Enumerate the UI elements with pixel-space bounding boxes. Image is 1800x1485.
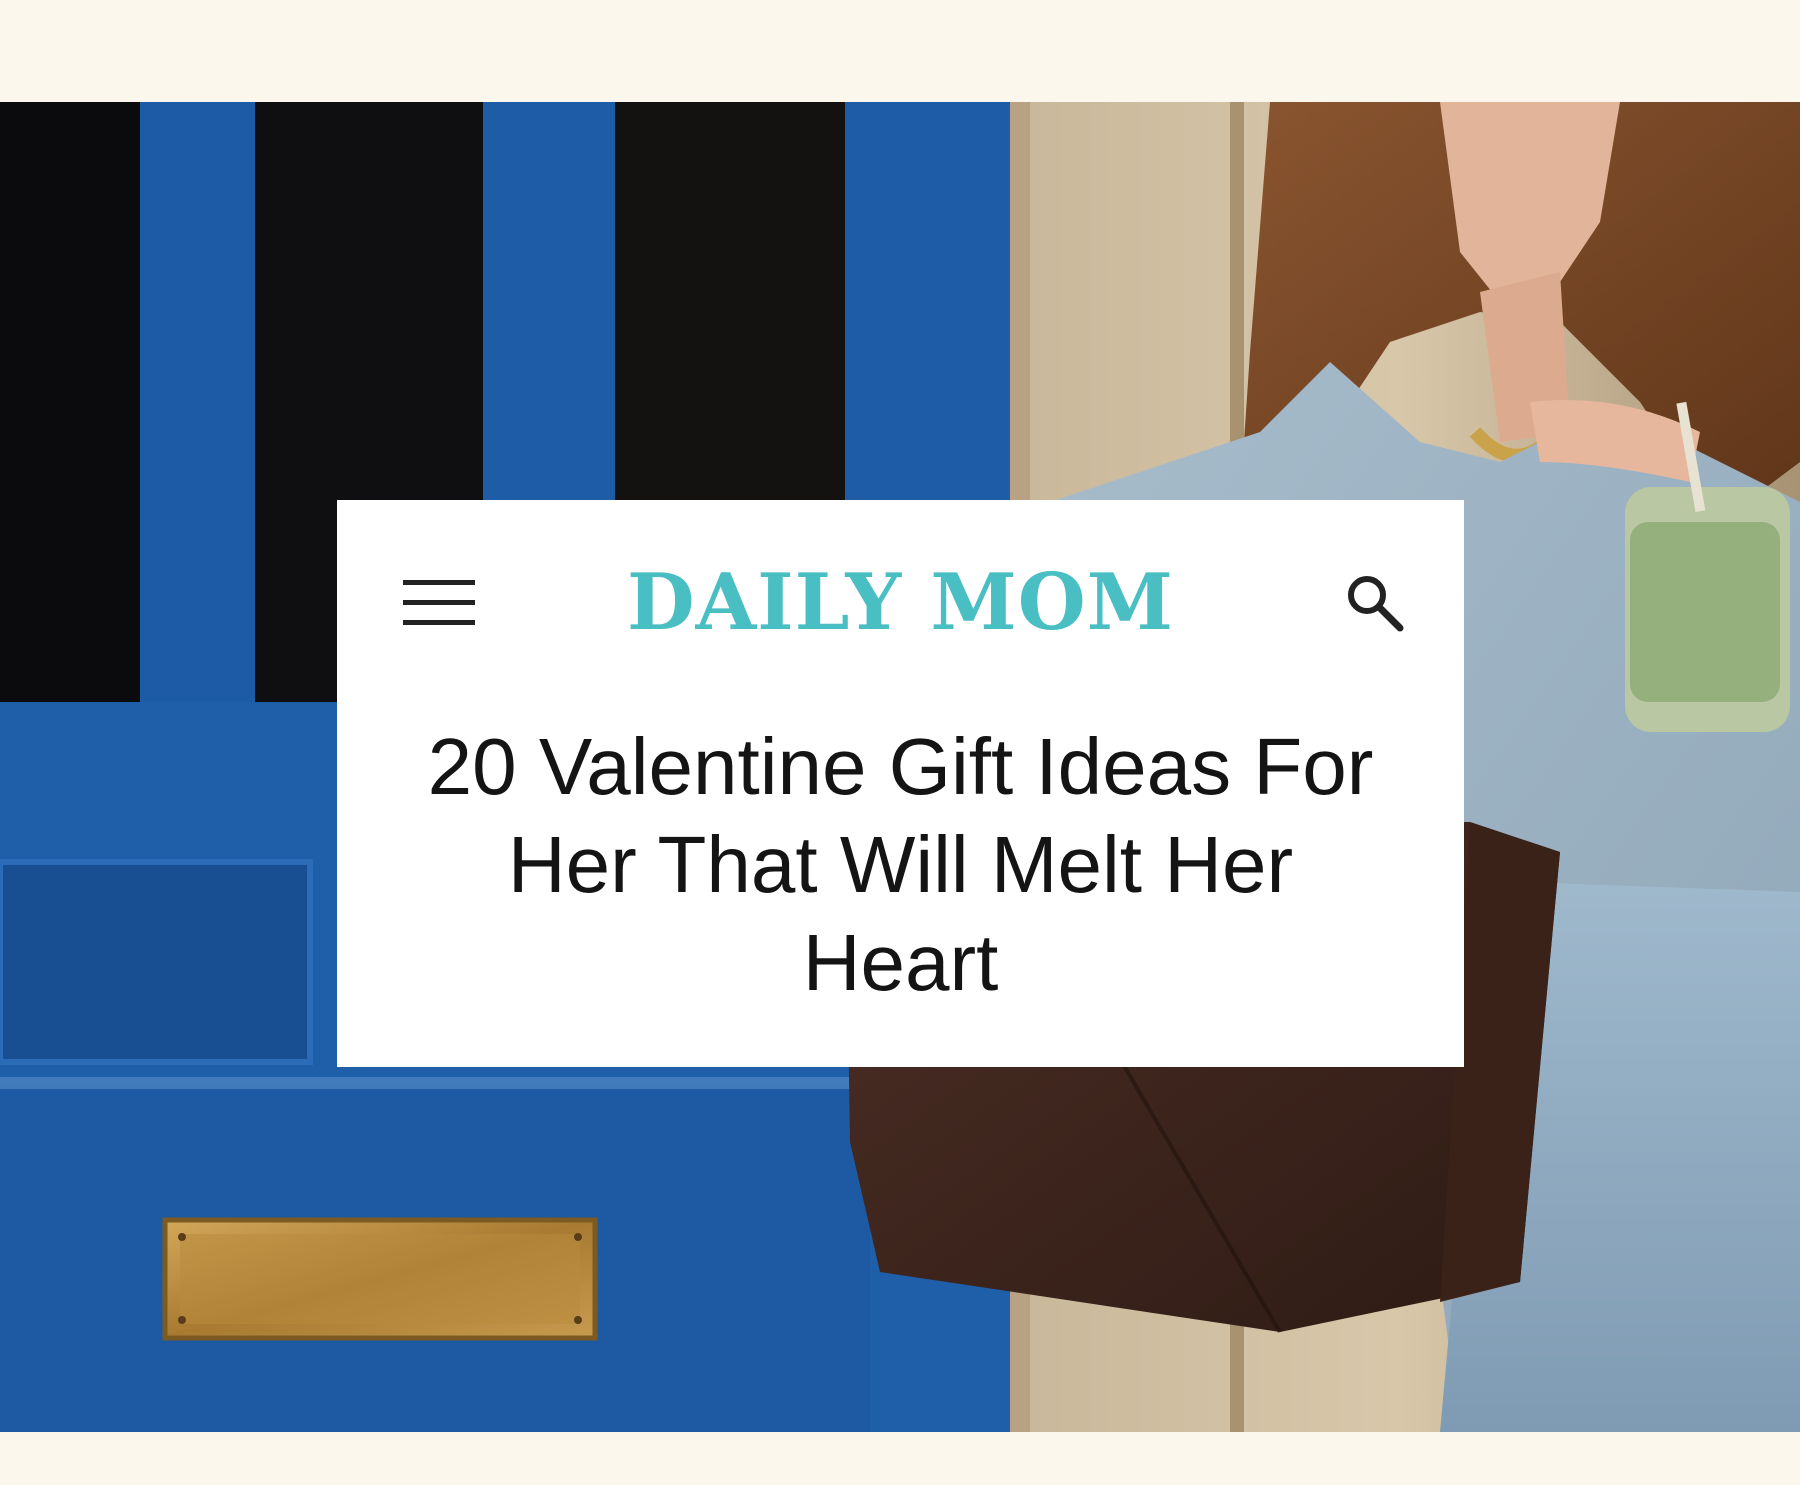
article-title: 20 Valentine Gift Ideas For Her That Wil… <box>427 722 1374 1007</box>
hamburger-menu-icon[interactable] <box>403 574 475 630</box>
header-card: DAILY MOM 20 Valentine Gift Ideas For He… <box>337 500 1464 1067</box>
site-logo[interactable]: DAILY MOM <box>537 558 1264 648</box>
search-icon[interactable] <box>1342 570 1406 634</box>
